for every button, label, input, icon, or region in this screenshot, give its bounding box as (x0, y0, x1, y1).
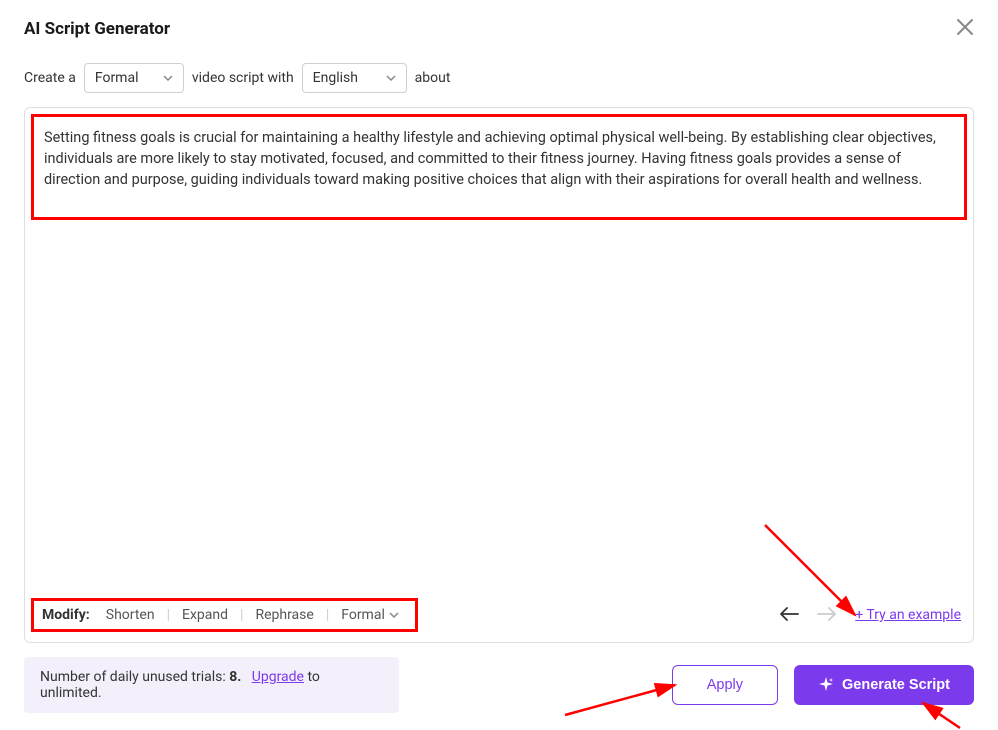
language-value: English (313, 70, 358, 86)
tone-dropdown[interactable]: Formal (84, 63, 184, 93)
param-suffix: about (415, 70, 451, 86)
footer-buttons: Apply Generate Script (672, 665, 974, 705)
param-mid: video script with (192, 70, 294, 86)
page-title: AI Script Generator (24, 19, 170, 39)
script-text[interactable]: Setting fitness goals is crucial for mai… (44, 127, 954, 190)
annotation-arrow-3 (915, 700, 975, 730)
upgrade-link[interactable]: Upgrade (252, 669, 304, 685)
params-row: Create a Formal video script with Englis… (24, 63, 974, 93)
chevron-down-icon (386, 73, 396, 84)
header: AI Script Generator (24, 18, 974, 39)
modify-expand[interactable]: Expand (174, 607, 236, 623)
modify-formal-dropdown[interactable]: Formal (333, 607, 407, 623)
footer: Number of daily unused trials: 8. Upgrad… (24, 657, 974, 713)
modify-rephrase[interactable]: Rephrase (247, 607, 321, 623)
language-dropdown[interactable]: English (302, 63, 407, 93)
chevron-down-icon (163, 73, 173, 84)
trials-count: 8. (229, 669, 241, 685)
sparkle-icon (818, 677, 834, 693)
trials-box: Number of daily unused trials: 8. Upgrad… (24, 657, 399, 713)
close-icon[interactable] (956, 18, 974, 39)
modify-group-annotation: Modify: Shorten | Expand | Rephrase | Fo… (31, 598, 418, 632)
modify-label: Modify: (42, 607, 90, 623)
annotation-arrow-2 (560, 680, 710, 720)
param-prefix: Create a (24, 70, 76, 86)
annotation-arrow-1 (760, 520, 880, 630)
text-area-annotation: Setting fitness goals is crucial for mai… (31, 114, 967, 220)
tone-value: Formal (95, 70, 139, 86)
trials-prefix: Number of daily unused trials: (40, 669, 229, 685)
modify-shorten[interactable]: Shorten (98, 607, 163, 623)
generate-script-button[interactable]: Generate Script (794, 665, 974, 705)
generate-label: Generate Script (842, 677, 950, 693)
